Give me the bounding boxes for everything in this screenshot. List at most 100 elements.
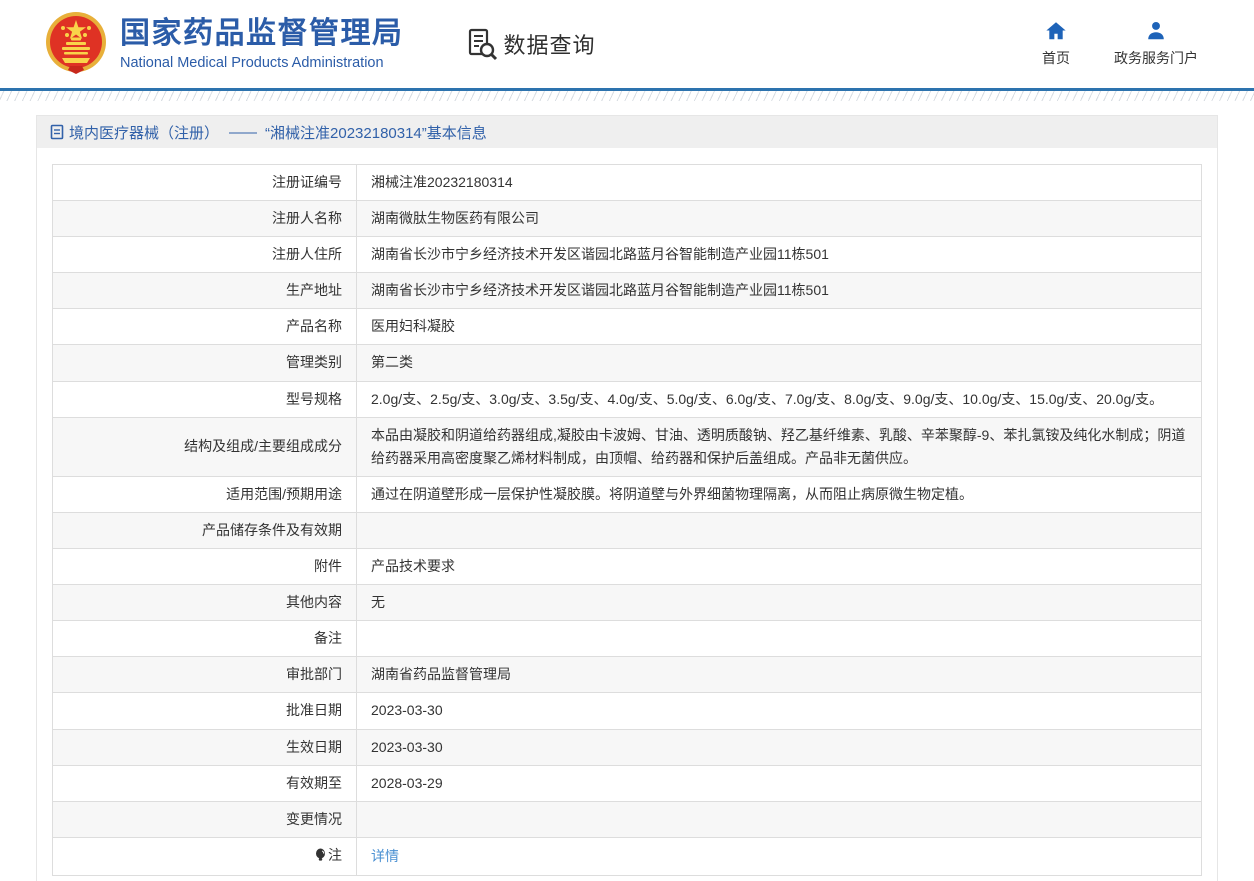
data-query-icon xyxy=(466,27,498,61)
org-name-cn: 国家药品监督管理局 xyxy=(120,17,404,52)
row-label: 附件 xyxy=(53,549,357,585)
row-label: 批准日期 xyxy=(53,693,357,729)
row-label: 产品储存条件及有效期 xyxy=(53,512,357,548)
row-value xyxy=(357,512,1202,548)
row-value: 2028-03-29 xyxy=(357,765,1202,801)
row-label: 适用范围/预期用途 xyxy=(53,476,357,512)
row-label: 备注 xyxy=(53,621,357,657)
row-label: 生效日期 xyxy=(53,729,357,765)
table-row: 有效期至 2028-03-29 xyxy=(53,765,1202,801)
row-value: 2023-03-30 xyxy=(357,729,1202,765)
table-row: 备注 xyxy=(53,621,1202,657)
row-value: 湖南省药品监督管理局 xyxy=(357,657,1202,693)
row-value: 湖南省长沙市宁乡经济技术开发区谐园北路蓝月谷智能制造产业园11栋501 xyxy=(357,273,1202,309)
row-label: 生产地址 xyxy=(53,273,357,309)
table-row: 适用范围/预期用途通过在阴道壁形成一层保护性凝胶膜。将阴道壁与外界细菌物理隔离，… xyxy=(53,476,1202,512)
row-label-text: 注册人名称 xyxy=(272,210,342,226)
row-value: 湘械注准20232180314 xyxy=(357,165,1202,201)
row-label-text: 产品储存条件及有效期 xyxy=(202,522,342,538)
row-label-text: 管理类别 xyxy=(286,354,342,370)
row-label: 管理类别 xyxy=(53,345,357,381)
table-row: 型号规格 2.0g/支、2.5g/支、3.0g/支、3.5g/支、4.0g/支、5… xyxy=(53,381,1202,417)
table-row: 结构及组成/主要组成成分本品由凝胶和阴道给药器组成,凝胶由卡波姆、甘油、透明质酸… xyxy=(53,417,1202,476)
header-divider-band xyxy=(0,88,1254,101)
nmpa-logo[interactable]: 国家药品监督管理局 National Medical Products Admi… xyxy=(44,11,404,77)
row-value: 医用妇科凝胶 xyxy=(357,309,1202,345)
row-value: 本品由凝胶和阴道给药器组成,凝胶由卡波姆、甘油、透明质酸钠、羟乙基纤维素、乳酸、… xyxy=(357,417,1202,476)
table-row: 其他内容无 xyxy=(53,585,1202,621)
registration-table: 注册证编号湘械注准20232180314注册人名称湖南微肽生物医药有限公司注册人… xyxy=(52,164,1202,876)
table-row: 注册人名称湖南微肽生物医药有限公司 xyxy=(53,201,1202,237)
breadcrumb: 境内医疗器械（注册） —— “湘械注准20232180314”基本信息 xyxy=(37,116,1217,148)
row-label-text: 有效期至 xyxy=(286,775,342,791)
table-row: 注册人住所湖南省长沙市宁乡经济技术开发区谐园北路蓝月谷智能制造产业园11栋501 xyxy=(53,237,1202,273)
row-label-text: 型号规格 xyxy=(286,391,342,407)
table-row: 变更情况 xyxy=(53,801,1202,837)
table-row: 注详情 xyxy=(53,837,1202,875)
national-emblem-icon xyxy=(44,11,108,77)
data-query-entry[interactable]: 数据查询 xyxy=(466,27,596,61)
row-value: 无 xyxy=(357,585,1202,621)
data-query-label: 数据查询 xyxy=(504,28,596,60)
row-value xyxy=(357,801,1202,837)
bulb-icon xyxy=(315,846,326,869)
table-row: 生产地址湖南省长沙市宁乡经济技术开发区谐园北路蓝月谷智能制造产业园11栋501 xyxy=(53,273,1202,309)
table-row: 附件产品技术要求 xyxy=(53,549,1202,585)
row-value: 湖南省长沙市宁乡经济技术开发区谐园北路蓝月谷智能制造产业园11栋501 xyxy=(357,237,1202,273)
row-label: 型号规格 xyxy=(53,381,357,417)
table-row: 产品储存条件及有效期 xyxy=(53,512,1202,548)
detail-link[interactable]: 详情 xyxy=(371,848,399,864)
row-value xyxy=(357,621,1202,657)
row-value: 产品技术要求 xyxy=(357,549,1202,585)
row-value: 湖南微肽生物医药有限公司 xyxy=(357,201,1202,237)
table-row: 产品名称医用妇科凝胶 xyxy=(53,309,1202,345)
row-label: 结构及组成/主要组成成分 xyxy=(53,417,357,476)
row-label: 注册人名称 xyxy=(53,201,357,237)
nav-item-home[interactable]: 首页 xyxy=(1042,20,1070,68)
row-label-text: 注册证编号 xyxy=(272,174,342,190)
registration-table-wrap: 注册证编号湘械注准20232180314注册人名称湖南微肽生物医药有限公司注册人… xyxy=(52,164,1202,876)
row-label: 有效期至 xyxy=(53,765,357,801)
row-label: 注册人住所 xyxy=(53,237,357,273)
home-icon xyxy=(1045,20,1067,42)
row-value: 2023-03-30 xyxy=(357,693,1202,729)
row-label-text: 审批部门 xyxy=(286,666,342,682)
row-label-text: 批准日期 xyxy=(286,702,342,718)
row-label: 变更情况 xyxy=(53,801,357,837)
table-row: 注册证编号湘械注准20232180314 xyxy=(53,165,1202,201)
row-label: 其他内容 xyxy=(53,585,357,621)
nav-item-portal[interactable]: 政务服务门户 xyxy=(1114,20,1198,68)
row-label: 注册证编号 xyxy=(53,165,357,201)
top-nav: 首页 政务服务门户 xyxy=(1042,20,1198,68)
row-label: 审批部门 xyxy=(53,657,357,693)
content-panel: 境内医疗器械（注册） —— “湘械注准20232180314”基本信息 注册证编… xyxy=(36,115,1218,881)
row-label-text: 变更情况 xyxy=(286,811,342,827)
row-label-text: 生效日期 xyxy=(286,739,342,755)
page-title: “湘械注准20232180314”基本信息 xyxy=(265,122,487,143)
table-row: 审批部门湖南省药品监督管理局 xyxy=(53,657,1202,693)
document-icon xyxy=(50,124,64,140)
breadcrumb-dash: —— xyxy=(229,124,255,141)
row-value: 详情 xyxy=(357,837,1202,875)
row-label: 注 xyxy=(53,837,357,875)
table-row: 生效日期 2023-03-30 xyxy=(53,729,1202,765)
org-name-en: National Medical Products Administration xyxy=(120,55,404,71)
row-label: 产品名称 xyxy=(53,309,357,345)
row-label-text: 适用范围/预期用途 xyxy=(226,486,342,502)
row-label-text: 附件 xyxy=(314,558,342,574)
row-value: 2.0g/支、2.5g/支、3.0g/支、3.5g/支、4.0g/支、5.0g/… xyxy=(357,381,1202,417)
table-row: 批准日期 2023-03-30 xyxy=(53,693,1202,729)
row-label-text: 产品名称 xyxy=(286,318,342,334)
row-label-text: 其他内容 xyxy=(286,594,342,610)
breadcrumb-category[interactable]: 境内医疗器械（注册） xyxy=(69,122,219,143)
row-label-text: 生产地址 xyxy=(286,282,342,298)
row-label-text: 备注 xyxy=(314,630,342,646)
registration-table-body: 注册证编号湘械注准20232180314注册人名称湖南微肽生物医药有限公司注册人… xyxy=(53,165,1202,876)
row-label-text: 结构及组成/主要组成成分 xyxy=(184,438,342,454)
row-label-text: 注册人住所 xyxy=(272,246,342,262)
nav-item-label: 首页 xyxy=(1042,48,1070,68)
table-row: 管理类别第二类 xyxy=(53,345,1202,381)
row-value: 第二类 xyxy=(357,345,1202,381)
page-header: 国家药品监督管理局 National Medical Products Admi… xyxy=(0,0,1254,88)
nav-item-label: 政务服务门户 xyxy=(1114,48,1198,68)
